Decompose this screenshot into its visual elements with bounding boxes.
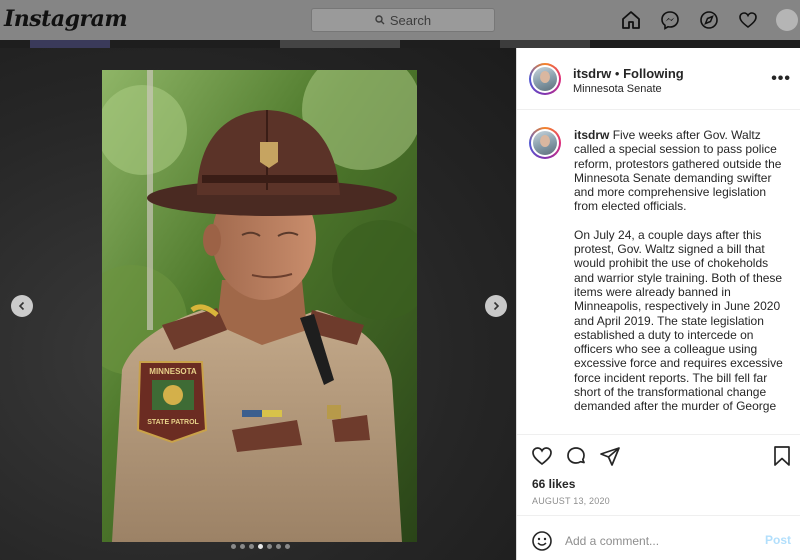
- caption-author-avatar[interactable]: [529, 127, 561, 159]
- chevron-right-icon: [493, 301, 500, 311]
- home-icon[interactable]: [620, 9, 642, 31]
- post-comment-button[interactable]: Post: [765, 533, 791, 547]
- following-button[interactable]: Following: [623, 66, 684, 81]
- caption-scroll-area[interactable]: itsdrw Five weeks after Gov. Waltz calle…: [517, 111, 800, 434]
- author-avatar[interactable]: [529, 63, 561, 95]
- carousel-dot: [258, 544, 263, 549]
- caption-paragraph-2: On July 24, a couple days after this pro…: [574, 227, 783, 414]
- next-arrow-button[interactable]: [485, 295, 507, 317]
- carousel-dot: [276, 544, 281, 549]
- post-actions: 66 likes AUGUST 13, 2020 Post: [517, 434, 800, 560]
- chevron-left-icon: [18, 301, 25, 311]
- carousel-dot: [285, 544, 290, 549]
- search-icon: [375, 15, 385, 25]
- share-icon[interactable]: [599, 445, 621, 467]
- profile-avatar[interactable]: [776, 9, 798, 31]
- likes-count[interactable]: 66 likes: [532, 477, 575, 491]
- carousel-dot: [231, 544, 236, 549]
- comment-icon[interactable]: [565, 445, 587, 467]
- feed-strip: [0, 40, 800, 48]
- instagram-logo[interactable]: Instagram: [4, 6, 128, 32]
- like-heart-icon[interactable]: [531, 445, 553, 467]
- top-navbar: Instagram Search: [0, 0, 800, 40]
- bookmark-icon[interactable]: [771, 445, 793, 467]
- messenger-icon[interactable]: [659, 9, 681, 31]
- post-header: itsdrw • Following Minnesota Senate •••: [517, 48, 800, 110]
- carousel-dot: [267, 544, 272, 549]
- previous-arrow-button[interactable]: [11, 295, 33, 317]
- search-placeholder: Search: [389, 12, 432, 28]
- explore-icon[interactable]: [698, 9, 720, 31]
- more-options-icon[interactable]: •••: [771, 70, 791, 88]
- heart-icon[interactable]: [737, 9, 759, 31]
- comment-bar: Post: [517, 515, 800, 560]
- author-username[interactable]: itsdrw: [573, 66, 611, 81]
- post-photo[interactable]: MINNESOTA STATE PATROL: [102, 70, 417, 542]
- post-date[interactable]: AUGUST 13, 2020: [532, 496, 610, 506]
- post-caption: itsdrw Five weeks after Gov. Waltz calle…: [574, 128, 786, 428]
- patch-text-top: MINNESOTA: [149, 367, 197, 376]
- caption-username[interactable]: itsdrw: [574, 128, 609, 142]
- carousel-dot: [249, 544, 254, 549]
- post-details-panel: itsdrw • Following Minnesota Senate ••• …: [516, 48, 800, 560]
- post-location[interactable]: Minnesota Senate: [573, 83, 662, 95]
- carousel-indicator: [231, 544, 290, 549]
- comment-input[interactable]: [565, 530, 745, 552]
- carousel-dot: [240, 544, 245, 549]
- search-input[interactable]: Search: [311, 8, 495, 32]
- emoji-icon[interactable]: [531, 530, 553, 552]
- patch-text-bottom: STATE PATROL: [147, 419, 199, 426]
